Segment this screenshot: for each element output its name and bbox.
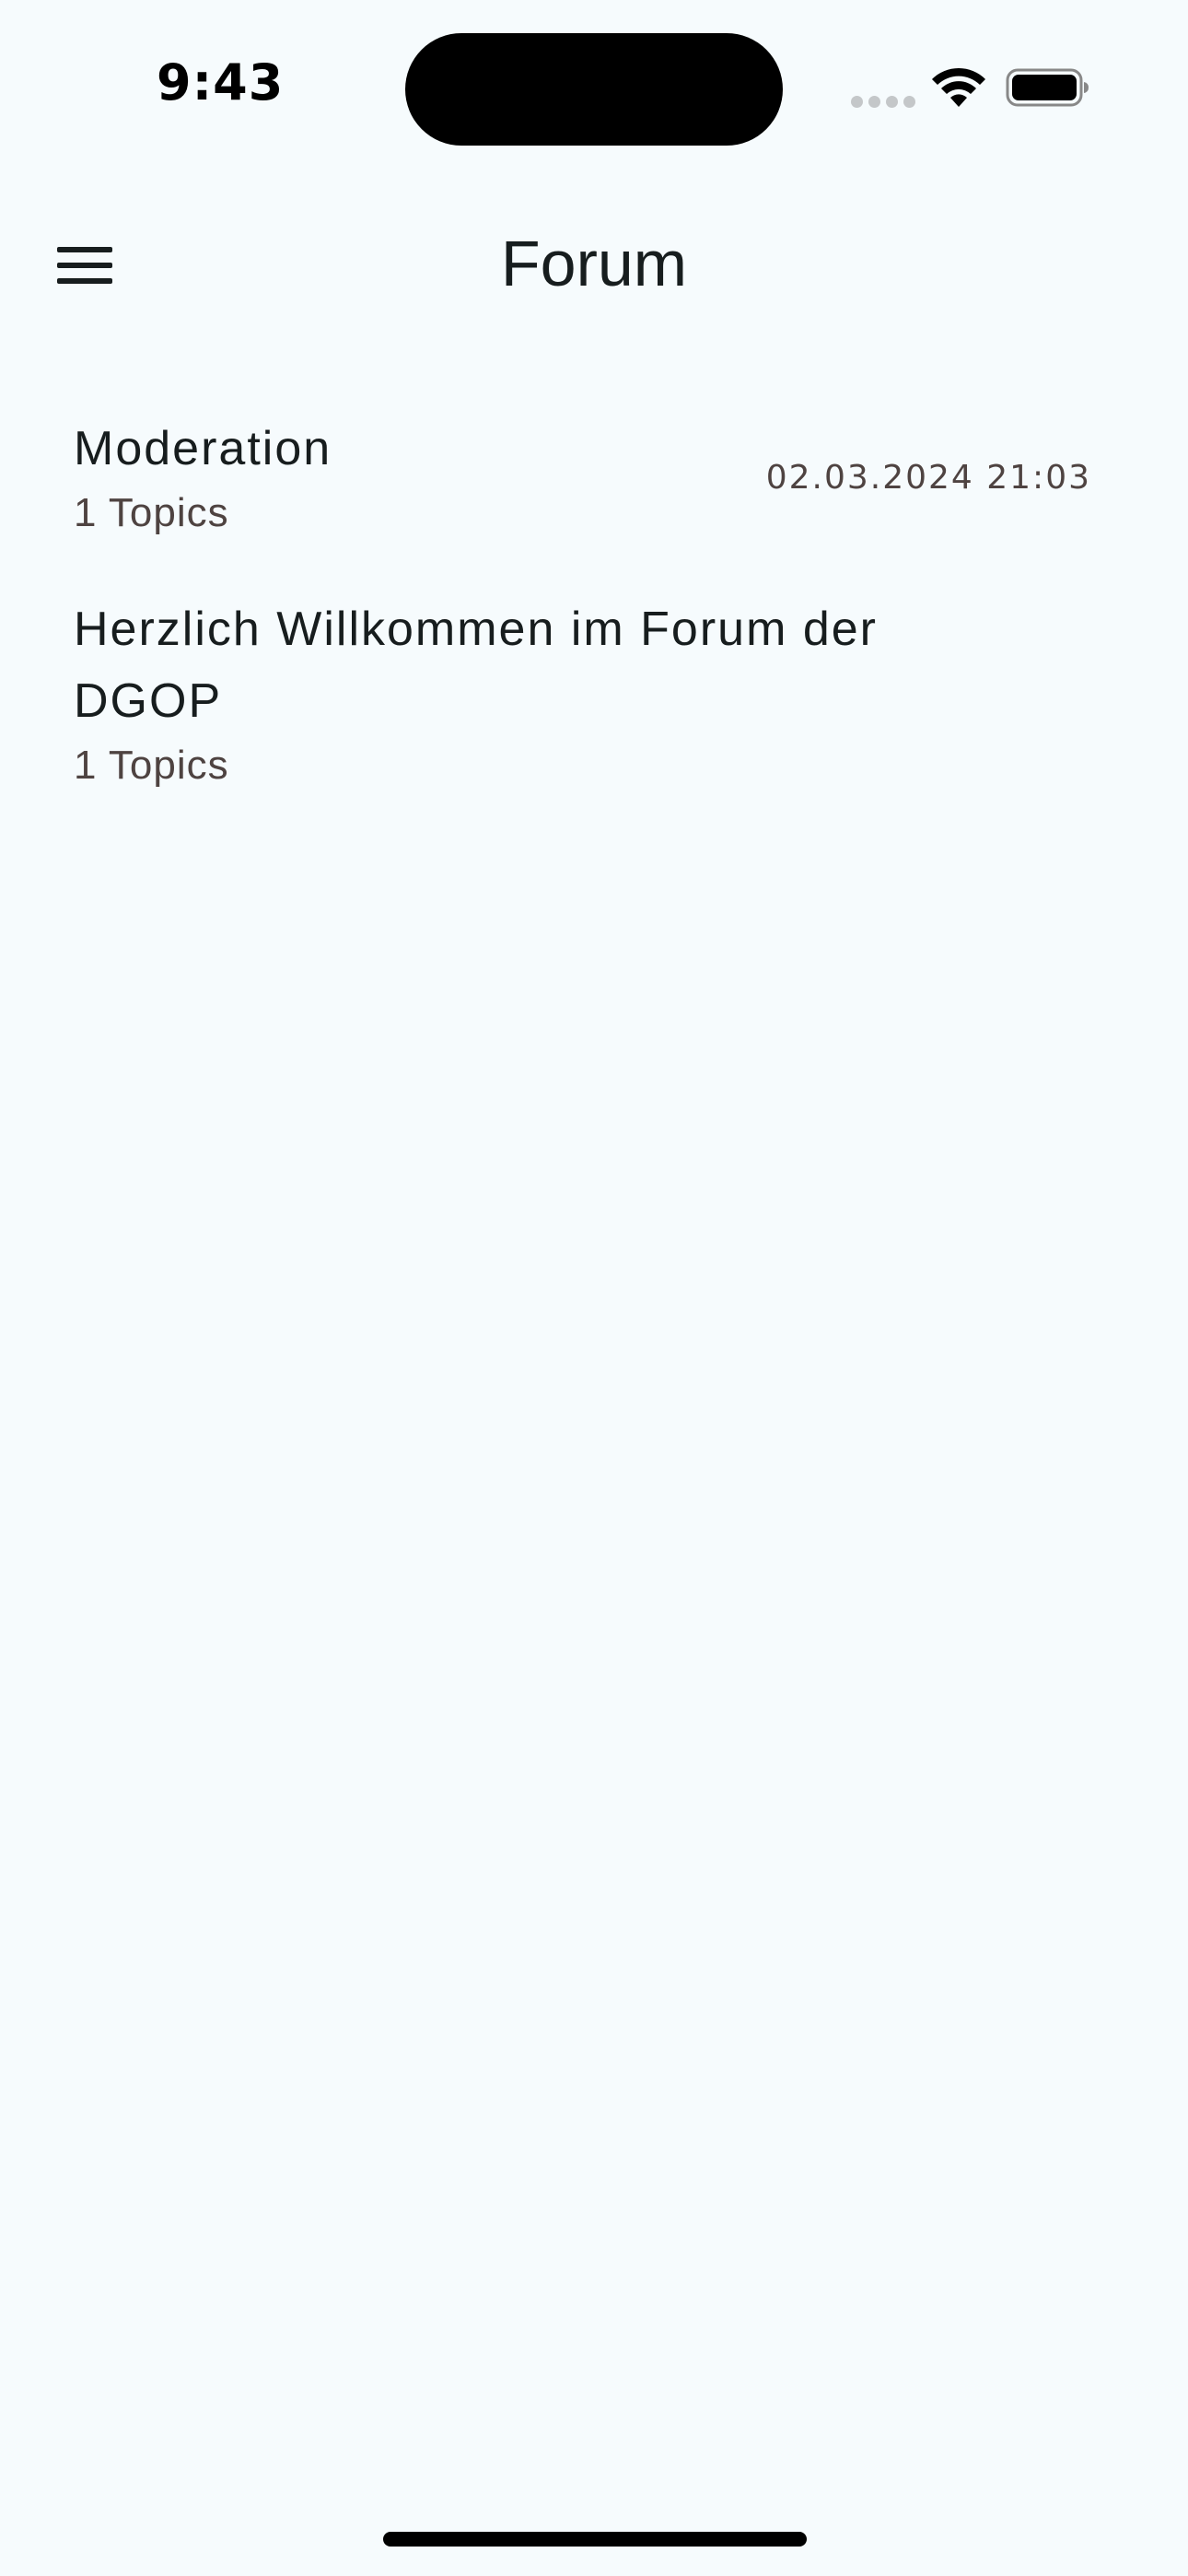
forum-list-item-moderation[interactable]: Moderation 1 Topics 02.03.2024 21:03 [0,387,1188,568]
battery-icon [1006,68,1089,107]
status-time: 9:43 [157,53,285,111]
dynamic-island [405,33,783,146]
page-title: Forum [500,228,688,299]
forum-item-last-post-date: 02.03.2024 21:03 [765,459,1091,497]
forum-item-title: Herzlich Willkommen im Forum der DGOP [74,603,878,728]
forum-list: Moderation 1 Topics 02.03.2024 21:03 Her… [0,387,1188,820]
wifi-icon [932,67,985,107]
forum-item-topic-count: 1 Topics [74,743,229,788]
forum-list-item-welcome[interactable]: Herzlich Willkommen im Forum der DGOP 1 … [0,568,1188,820]
signal-dots-icon [851,96,915,108]
home-indicator[interactable] [383,2532,807,2547]
status-bar: 9:43 [0,0,1188,175]
app-bar: Forum [0,184,1188,346]
